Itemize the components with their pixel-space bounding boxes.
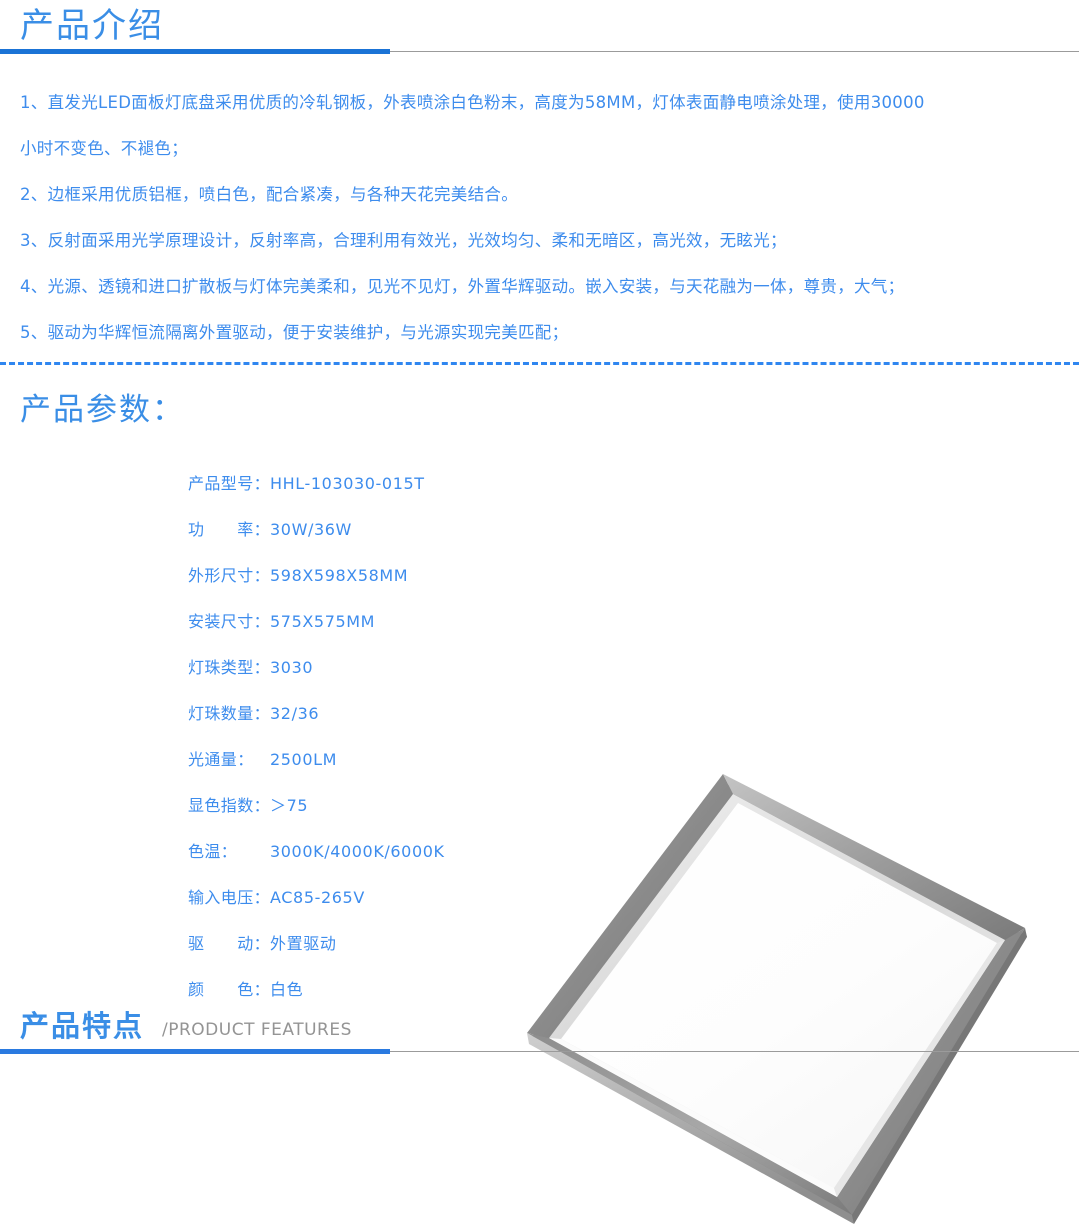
param-row: 显色指数：＞75 — [188, 783, 508, 829]
param-label: 色温： — [188, 842, 238, 861]
header-divider — [0, 49, 1079, 54]
features-title: 产品特点 — [20, 1009, 145, 1043]
param-value: 2500LM — [270, 750, 338, 769]
param-value: 外置驱动 — [270, 934, 337, 953]
product-image — [505, 760, 1045, 1230]
intro-item: 4、光源、透镜和进口扩散板与灯体完美柔和，见光不见灯，外置华辉驱动。嵌入安装，与… — [20, 277, 905, 296]
param-row: 灯珠类型：3030 — [188, 645, 508, 691]
param-label: 产品型号： — [188, 474, 271, 493]
param-value: HHL-103030-015T — [270, 474, 425, 493]
param-label: 安装尺寸： — [188, 612, 271, 631]
param-value: 3030 — [270, 658, 314, 677]
page-title: 产品介绍 — [20, 6, 164, 46]
param-row: 光通量： 2500LM — [188, 737, 508, 783]
param-label: 显色指数： — [188, 796, 271, 815]
intro-text-list: 1、直发光LED面板灯底盘采用优质的冷轧钢板，外表喷涂白色粉末，高度为58MM，… — [0, 62, 1079, 356]
intro-item: 5、驱动为华辉恒流隔离外置驱动，便于安装维护，与光源实现完美匹配； — [20, 323, 569, 342]
intro-item: 2、边框采用优质铝框，喷白色，配合紧凑，与各种天花完美结合。 — [20, 185, 518, 204]
param-row: 产品型号：HHL-103030-015T — [188, 461, 508, 507]
param-row: 驱 动：外置驱动 — [188, 921, 508, 967]
intro-item: 1、直发光LED面板灯底盘采用优质的冷轧钢板，外表喷涂白色粉末，高度为58MM，… — [20, 93, 925, 112]
features-divider-accent-bar — [0, 1049, 390, 1054]
param-value: 3000K/4000K/6000K — [270, 842, 445, 861]
param-value: 32/36 — [270, 704, 320, 723]
param-value: 575X575MM — [270, 612, 376, 631]
param-value: AC85-265V — [270, 888, 365, 907]
param-value: ＞75 — [270, 796, 309, 815]
intro-item: 小时不变色、不褪色； — [20, 139, 188, 158]
param-row: 色温： 3000K/4000K/6000K — [188, 829, 508, 875]
param-label: 功 率： — [188, 520, 271, 539]
intro-section-header: 产品介绍 — [0, 0, 1079, 62]
param-row: 安装尺寸：575X575MM — [188, 599, 508, 645]
led-panel-illustration — [527, 774, 1027, 1224]
param-label: 灯珠数量： — [188, 704, 271, 723]
param-label: 外形尺寸： — [188, 566, 271, 585]
param-label: 光通量： — [188, 750, 254, 769]
param-row: 外形尺寸：598X598X58MM — [188, 553, 508, 599]
param-label: 输入电压： — [188, 888, 271, 907]
param-label: 驱 动： — [188, 934, 271, 953]
param-row: 灯珠数量：32/36 — [188, 691, 508, 737]
param-row: 功 率：30W/36W — [188, 507, 508, 553]
param-row: 输入电压：AC85-265V — [188, 875, 508, 921]
product-parameters-section: 产品参数： 产品型号：HHL-103030-015T 功 率：30W/36W 外… — [0, 365, 1079, 1224]
parameters-title: 产品参数： — [20, 392, 185, 428]
param-value: 30W/36W — [270, 520, 352, 539]
param-label: 灯珠类型： — [188, 658, 271, 677]
features-section-header: 产品特点 /PRODUCT FEATURES — [0, 996, 1079, 1060]
features-divider — [0, 1049, 1079, 1054]
intro-item: 3、反射面采用光学原理设计，反射率高，合理利用有效光，光效均匀、柔和无暗区，高光… — [20, 231, 787, 250]
param-value: 598X598X58MM — [270, 566, 409, 585]
header-divider-accent-bar — [0, 49, 390, 54]
features-title-english: /PRODUCT FEATURES — [162, 1020, 352, 1040]
parameters-list: 产品型号：HHL-103030-015T 功 率：30W/36W 外形尺寸：59… — [188, 461, 508, 1013]
